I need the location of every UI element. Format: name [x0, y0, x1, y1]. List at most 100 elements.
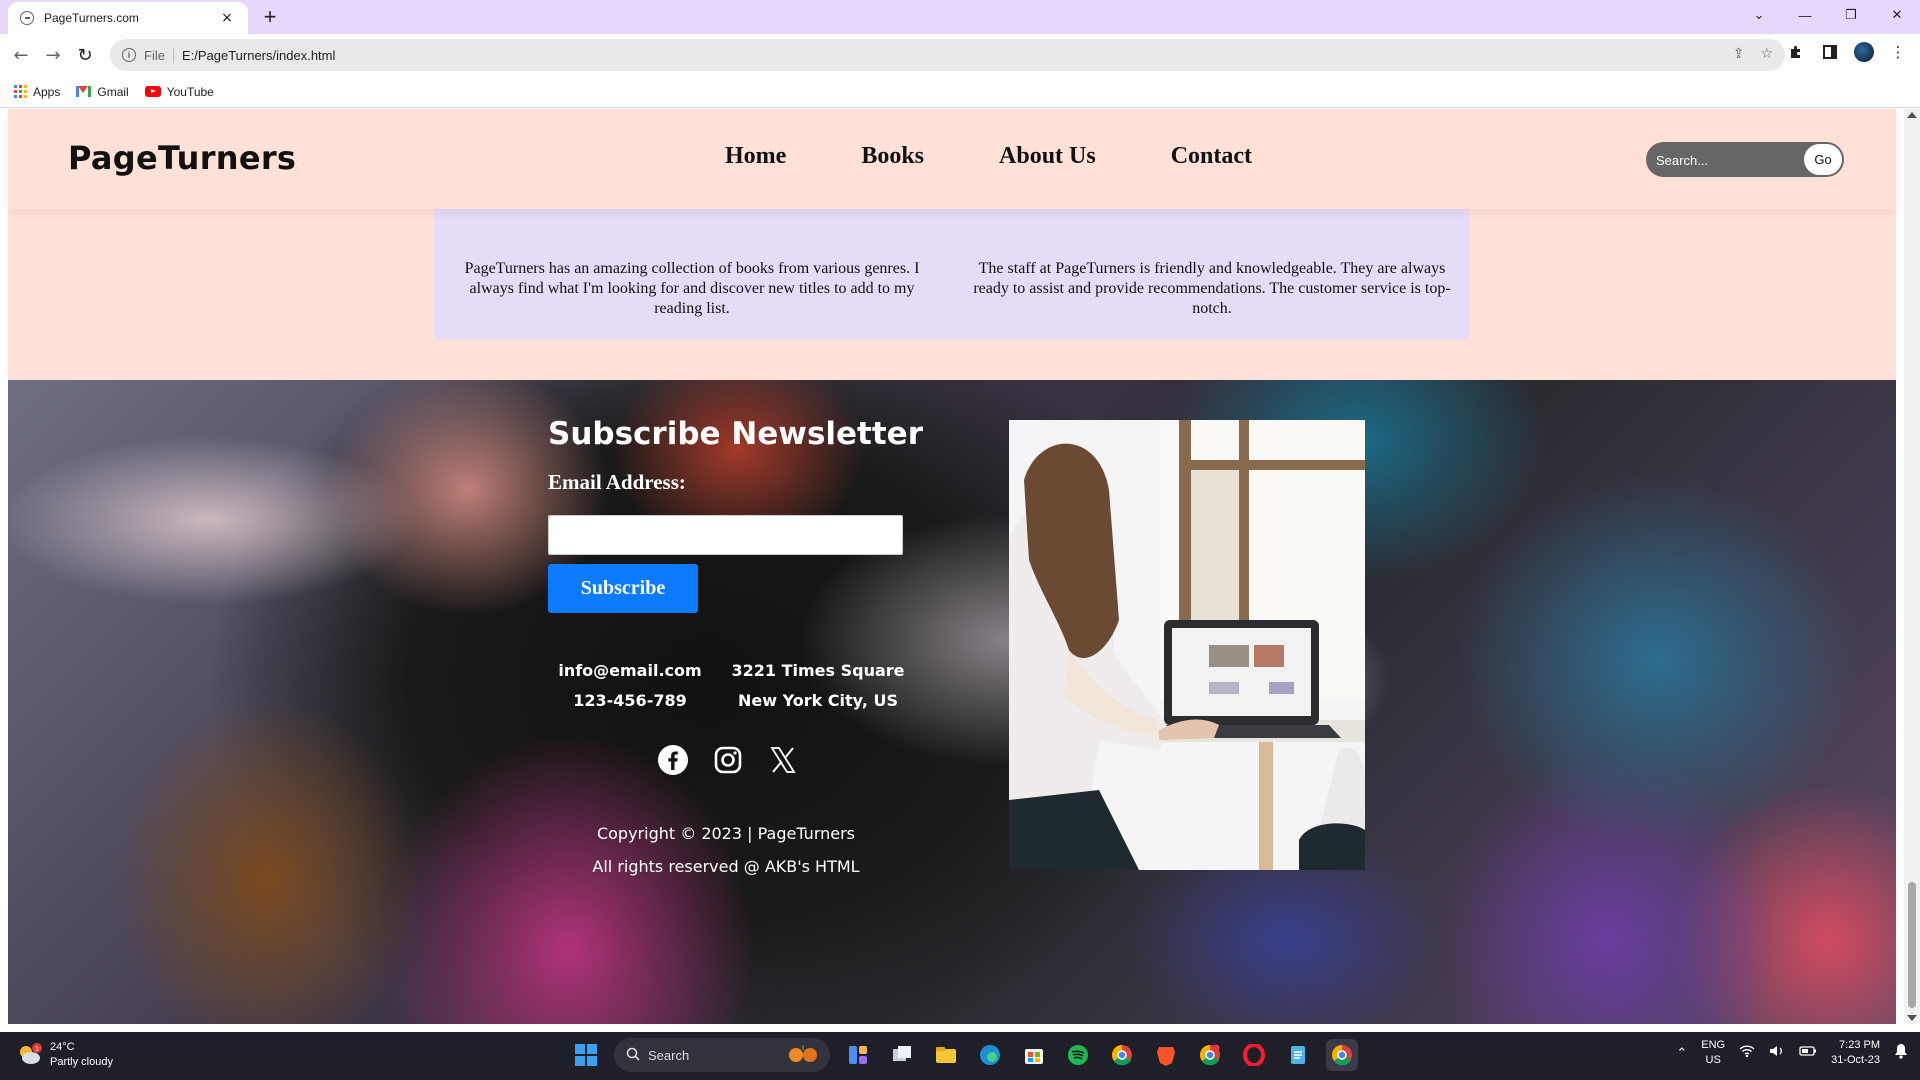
halloween-pumpkin-icon [784, 1044, 824, 1067]
volume-icon[interactable] [1769, 1044, 1785, 1062]
microsoft-store-icon[interactable] [1018, 1039, 1050, 1071]
newsletter-title: Subscribe Newsletter [548, 416, 923, 452]
notification-bell-icon[interactable] [1894, 1043, 1908, 1063]
browser-menu-icon[interactable]: ⋮ [1888, 42, 1908, 62]
site-logo[interactable]: PageTurners [68, 139, 296, 177]
clock-date: 31-Oct-23 [1831, 1054, 1880, 1066]
bookmark-label: Gmail [97, 84, 129, 99]
nav-contact[interactable]: Contact [1171, 143, 1252, 170]
subscribe-button[interactable]: Subscribe [548, 564, 698, 613]
contact-email[interactable]: info@email.com [550, 661, 710, 680]
browser-tab[interactable]: PageTurners.com × [8, 2, 248, 34]
nav-about-us[interactable]: About Us [999, 143, 1096, 170]
scroll-down-arrow-icon[interactable] [1907, 1015, 1917, 1021]
site-footer: Subscribe Newsletter Email Address: Subs… [8, 380, 1896, 1024]
close-window-button[interactable]: ✕ [1874, 0, 1920, 30]
bookmark-star-icon[interactable]: ☆ [1760, 46, 1773, 62]
new-tab-button[interactable]: + [258, 4, 282, 30]
rights-text: All rights reserved @ AKB's HTML [592, 857, 860, 876]
email-label: Email Address: [548, 470, 686, 494]
page-scrollbar[interactable] [1904, 109, 1920, 1024]
spotify-icon[interactable] [1062, 1039, 1094, 1071]
bookmark-gmail[interactable]: Gmail [76, 84, 129, 99]
search-go-button[interactable]: Go [1804, 144, 1842, 175]
site-header: PageTurners Home Books About Us Contact … [8, 109, 1896, 209]
contact-address-line2: New York City, US [737, 691, 899, 710]
clock[interactable]: 7:23 PM 31-Oct-23 [1831, 1038, 1880, 1068]
window-controls: ⌄ — ❐ ✕ [1736, 0, 1920, 30]
reload-icon[interactable]: ↻ [72, 42, 98, 68]
region-code: US [1705, 1054, 1721, 1066]
windows-start-icon[interactable] [570, 1039, 602, 1071]
chrome-profile-icon[interactable] [1194, 1039, 1226, 1071]
url-text[interactable]: E:/PageTurners/index.html [182, 48, 335, 63]
facebook-icon[interactable] [656, 743, 690, 777]
review-text: PageTurners has an amazing collection of… [464, 260, 920, 317]
tab-search-button[interactable]: ⌄ [1736, 0, 1782, 30]
notepad-icon[interactable] [1282, 1039, 1314, 1071]
restore-button[interactable]: ❐ [1828, 0, 1874, 30]
taskbar-search-label: Search [648, 1047, 690, 1063]
battery-icon[interactable] [1799, 1045, 1817, 1061]
widgets-icon[interactable] [842, 1039, 874, 1071]
chrome-active-icon[interactable] [1326, 1039, 1358, 1071]
weather-widget[interactable]: 1 24°C Partly cloudy [16, 1040, 113, 1070]
opera-icon[interactable] [1238, 1039, 1270, 1071]
brave-icon[interactable] [1150, 1039, 1182, 1071]
bookmark-apps[interactable]: Apps [14, 85, 60, 99]
share-icon[interactable]: ⇪ [1733, 46, 1745, 62]
scroll-up-arrow-icon[interactable] [1907, 112, 1917, 118]
profile-avatar[interactable] [1854, 42, 1874, 62]
reviews-section: PageTurners has an amazing collection of… [434, 209, 1469, 340]
bookmarks-bar: Apps Gmail YouTube [0, 76, 1920, 108]
info-icon[interactable]: i [122, 48, 136, 62]
youtube-icon [144, 86, 161, 97]
apps-grid-icon [14, 85, 27, 98]
extensions-puzzle-icon[interactable] [1786, 42, 1806, 62]
instagram-icon[interactable] [711, 743, 745, 777]
chrome-icon[interactable] [1106, 1039, 1138, 1071]
browser-toolbar: ← → ↻ i File E:/PageTurners/index.html ⇪… [0, 34, 1920, 76]
scrollbar-thumb[interactable] [1908, 882, 1916, 1008]
tab-title: PageTurners.com [44, 11, 139, 25]
language-code: ENG [1701, 1039, 1726, 1051]
partly-cloudy-icon: 1 [16, 1043, 42, 1067]
wifi-icon[interactable] [1739, 1044, 1755, 1062]
address-bar[interactable]: i File E:/PageTurners/index.html ⇪ ☆ [110, 39, 1785, 71]
nav-books[interactable]: Books [861, 143, 924, 170]
edge-icon[interactable] [974, 1039, 1006, 1071]
weather-temp: 24°C [50, 1041, 75, 1053]
contact-address-line1: 3221 Times Square [731, 661, 905, 680]
url-scheme: File [144, 47, 174, 63]
taskbar-search[interactable]: Search [614, 1038, 830, 1072]
taskbar-apps: Search [570, 1038, 1358, 1072]
contact-phone: 123-456-789 [573, 691, 687, 710]
main-nav: Home Books About Us Contact [725, 143, 1327, 170]
x-twitter-icon[interactable] [766, 743, 800, 777]
page-viewport: PageTurners Home Books About Us Contact … [0, 109, 1920, 1024]
page-body: PageTurners Home Books About Us Contact … [8, 109, 1896, 1024]
bookmark-label: YouTube [166, 84, 214, 99]
review-text: The staff at PageTurners is friendly and… [973, 260, 1451, 317]
nav-home[interactable]: Home [725, 143, 786, 170]
globe-icon [20, 11, 34, 25]
tab-close-button[interactable]: × [218, 10, 236, 26]
language-indicator[interactable]: ENG US [1701, 1038, 1725, 1068]
gmail-icon [76, 86, 92, 97]
bookmark-youtube[interactable]: YouTube [144, 84, 214, 99]
minimize-button[interactable]: — [1782, 0, 1828, 30]
chevron-up-icon[interactable]: ⌃ [1676, 1046, 1687, 1061]
clock-time: 7:23 PM [1839, 1039, 1880, 1051]
file-explorer-icon[interactable] [930, 1039, 962, 1071]
system-tray: ⌃ ENG US 7:23 PM 31-Oct-23 [1676, 1038, 1908, 1068]
browser-tab-strip: PageTurners.com × + ⌄ — ❐ ✕ [0, 0, 1920, 34]
task-view-icon[interactable] [886, 1039, 918, 1071]
weather-desc: Partly cloudy [50, 1056, 113, 1068]
search-input[interactable] [1656, 150, 1796, 170]
forward-arrow-icon[interactable]: → [40, 42, 66, 68]
email-field[interactable] [548, 515, 903, 555]
social-links [656, 743, 800, 777]
back-arrow-icon[interactable]: ← [8, 42, 34, 68]
side-panel-icon[interactable] [1820, 42, 1840, 62]
newsletter-photo [1009, 420, 1365, 870]
